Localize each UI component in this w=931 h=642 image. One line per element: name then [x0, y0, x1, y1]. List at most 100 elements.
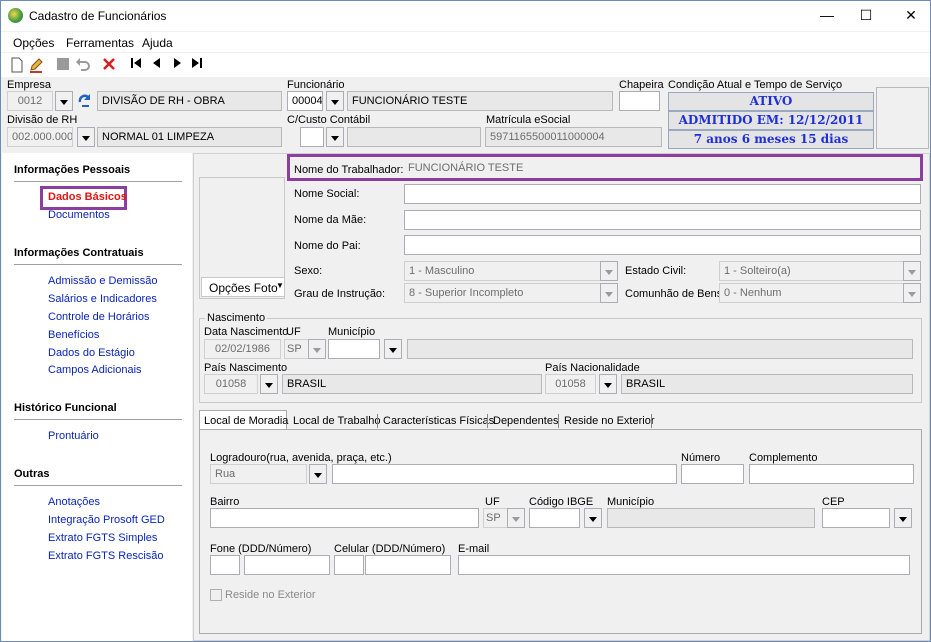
sidebar-item-prontuario[interactable]: Prontuário [48, 430, 99, 442]
matricula-field: 5971165500011000004 [485, 127, 662, 147]
municipio-nascimento-dropdown[interactable] [384, 339, 402, 359]
menu-ajuda[interactable]: Ajuda [142, 36, 173, 50]
divisao-name-field: NORMAL 01 LIMPEZA [97, 127, 282, 147]
opcoes-foto-label: Opções Foto [209, 281, 278, 295]
municipio-nascimento-code[interactable] [328, 339, 380, 359]
sidebar-item-admissao[interactable]: Admissão e Demissão [48, 275, 157, 287]
custo-label: C/Custo Contábil [287, 114, 371, 126]
sexo-select[interactable]: 1 - Masculino [404, 261, 601, 281]
celular-numero-field[interactable] [365, 555, 451, 575]
municipio-nascimento-label: Município [328, 326, 376, 338]
sidebar-item-beneficios[interactable]: Benefícios [48, 329, 99, 341]
chapeira-field[interactable] [619, 91, 660, 111]
tab-separator [377, 414, 378, 428]
sexo-dropdown[interactable] [600, 261, 618, 281]
tab-separator [487, 414, 488, 428]
sidebar-item-anotacoes[interactable]: Anotações [48, 496, 100, 508]
empresa-label: Empresa [7, 79, 52, 91]
custo-code-field[interactable] [300, 127, 324, 147]
logradouro-field[interactable] [332, 464, 677, 484]
first-record-icon[interactable] [128, 57, 144, 73]
sidebar-item-dados-basicos[interactable]: Dados Básicos [48, 191, 127, 203]
section-informacoes-contratuais: Informações Contratuais [14, 247, 144, 259]
minimize-button[interactable]: — [819, 7, 835, 23]
swap-arrow-icon[interactable] [77, 93, 93, 109]
divisao-code-field[interactable]: 002.000.000 [7, 127, 73, 147]
estado-civil-select[interactable]: 1 - Solteiro(a) [719, 261, 904, 281]
sidebar-item-fgts-rescisao[interactable]: Extrato FGTS Rescisão [48, 550, 164, 562]
email-label: E-mail [458, 543, 490, 555]
undo-icon[interactable] [75, 57, 91, 73]
uf-nascimento-select[interactable]: SP [284, 339, 310, 359]
sidebar-item-fgts-simples[interactable]: Extrato FGTS Simples [48, 532, 157, 544]
tab-local-moradia[interactable]: Local de Moradia [200, 412, 292, 430]
celular-ddd-field[interactable] [334, 555, 364, 575]
sidebar-item-campos-adicionais[interactable]: Campos Adicionais [48, 364, 142, 376]
pais-nascimento-dropdown[interactable] [260, 374, 278, 394]
maximize-button[interactable]: ☐ [858, 7, 874, 23]
section-divider [14, 485, 182, 486]
divisao-dropdown[interactable] [77, 127, 95, 147]
menu-opcoes[interactable]: Opções [13, 36, 54, 50]
pais-nacionalidade-code[interactable]: 01058 [545, 374, 596, 394]
previous-record-icon[interactable] [149, 57, 165, 73]
sidebar-item-prosoft-ged[interactable]: Integração Prosoft GED [48, 514, 165, 526]
estado-civil-dropdown[interactable] [903, 261, 921, 281]
cep-field[interactable] [822, 508, 890, 528]
custo-dropdown[interactable] [326, 127, 344, 147]
tab-dependentes[interactable]: Dependentes [489, 412, 562, 430]
delete-icon[interactable] [101, 57, 117, 73]
fone-numero-field[interactable] [244, 555, 330, 575]
empresa-dropdown[interactable] [55, 91, 73, 111]
codigo-ibge-dropdown[interactable] [584, 508, 602, 528]
data-nascimento-field[interactable]: 02/02/1986 [204, 339, 281, 359]
reside-exterior-label: Reside no Exterior [225, 589, 316, 601]
funcionario-code-field[interactable]: 00004 [287, 91, 323, 111]
comunhao-dropdown[interactable] [903, 283, 921, 303]
next-record-icon[interactable] [169, 57, 185, 73]
tab-reside-exterior[interactable]: Reside no Exterior [560, 412, 659, 430]
pais-nascimento-code[interactable]: 01058 [204, 374, 258, 394]
uf-nascimento-dropdown[interactable] [308, 339, 326, 359]
sidebar-item-controle-horarios[interactable]: Controle de Horários [48, 311, 150, 323]
last-record-icon[interactable] [189, 57, 205, 73]
new-document-icon[interactable] [9, 57, 25, 73]
tab-local-trabalho[interactable]: Local de Trabalho [289, 412, 384, 430]
email-field[interactable] [458, 555, 910, 575]
logradouro-tipo-select[interactable]: Rua [210, 464, 307, 484]
nome-social-label: Nome Social: [294, 188, 360, 200]
opcoes-foto-button[interactable]: Opções Foto ▼ [201, 277, 285, 297]
nome-trabalhador-field[interactable]: FUNCIONÁRIO TESTE [403, 158, 918, 178]
sidebar-item-estagio[interactable]: Dados do Estágio [48, 347, 135, 359]
save-icon[interactable] [55, 57, 71, 73]
photo-thumbnail [876, 87, 929, 149]
nome-pai-label: Nome do Pai: [294, 240, 361, 252]
empresa-code-field[interactable]: 0012 [7, 91, 53, 111]
fone-ddd-field[interactable] [210, 555, 240, 575]
reside-exterior-checkbox[interactable] [210, 589, 222, 601]
grau-instrucao-dropdown[interactable] [600, 283, 618, 303]
bairro-field[interactable] [210, 508, 479, 528]
menu-ferramentas[interactable]: Ferramentas [66, 36, 134, 50]
sidebar-item-salarios[interactable]: Salários e Indicadores [48, 293, 157, 305]
complemento-field[interactable] [749, 464, 914, 484]
sidebar-item-documentos[interactable]: Documentos [48, 209, 110, 221]
tab-caracteristicas-fisicas[interactable]: Características Físicas [379, 412, 498, 430]
edit-pencil-icon[interactable] [28, 57, 44, 73]
nome-social-field[interactable] [404, 184, 921, 204]
nome-pai-field[interactable] [404, 235, 921, 255]
nome-mae-field[interactable] [404, 210, 921, 230]
pais-nacionalidade-dropdown[interactable] [599, 374, 617, 394]
codigo-ibge-field[interactable] [529, 508, 580, 528]
pais-nascimento-label: País Nascimento [204, 362, 288, 374]
grau-instrucao-select[interactable]: 8 - Superior Incompleto [404, 283, 601, 303]
close-button[interactable]: ✕ [903, 7, 919, 23]
cep-dropdown[interactable] [894, 508, 912, 528]
uf-dropdown[interactable] [507, 508, 525, 528]
uf-select[interactable]: SP [483, 508, 509, 528]
comunhao-select[interactable]: 0 - Nenhum [719, 283, 904, 303]
funcionario-dropdown[interactable] [326, 91, 344, 111]
app-icon [8, 8, 23, 23]
numero-field[interactable] [681, 464, 744, 484]
logradouro-tipo-dropdown[interactable] [309, 464, 327, 484]
